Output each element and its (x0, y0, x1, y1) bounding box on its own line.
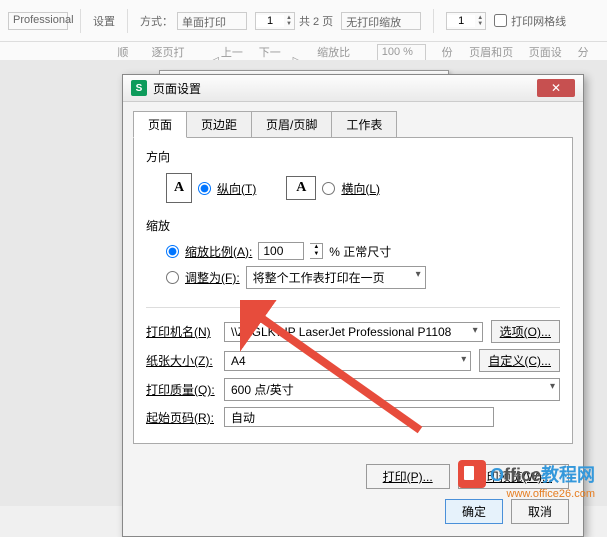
quality-label: 打印质量(Q): (146, 381, 216, 398)
tab-page[interactable]: 页面 (133, 111, 187, 138)
main-toolbar: Professional 设置 方式： 单面打印 ▲▼ 共 2 页 无打印缩放 … (0, 0, 607, 42)
printer-dropdown[interactable]: Professional (8, 12, 68, 30)
mode-label: 方式： (140, 13, 173, 29)
paper-size-label: 纸张大小(Z): (146, 352, 216, 369)
scale-ratio-input[interactable] (258, 242, 304, 260)
watermark-logo: Office教程网 (458, 460, 595, 488)
tab-margins[interactable]: 页边距 (186, 111, 252, 138)
app-icon: S (131, 80, 147, 96)
page-total: 共 2 页 (299, 13, 333, 29)
portrait-label: 纵向(T) (217, 180, 256, 197)
dialog-title-text: 页面设置 (153, 80, 201, 97)
paper-select[interactable]: A4 (224, 351, 471, 371)
start-page-input[interactable] (224, 407, 494, 427)
page-spinner[interactable]: ▲▼ (255, 12, 295, 30)
cancel-button[interactable]: 取消 (511, 499, 569, 524)
print-button[interactable]: 打印(P)... (366, 464, 450, 489)
orientation-label: 方向 (146, 148, 560, 165)
tab-sheet[interactable]: 工作表 (331, 111, 397, 138)
watermark-url: www.office26.com (507, 488, 595, 500)
scale-ratio-label: 缩放比例(A): (185, 243, 252, 260)
close-button[interactable]: ✕ (537, 79, 575, 97)
scale-ratio-radio[interactable] (166, 245, 179, 258)
landscape-label: 横向(L) (341, 180, 380, 197)
quality-select[interactable]: 600 点/英寸 (224, 378, 560, 401)
options-button[interactable]: 选项(O)... (491, 320, 560, 343)
landscape-icon: A (286, 176, 316, 200)
portrait-radio[interactable] (198, 182, 211, 195)
scale-label: 缩放 (146, 217, 560, 234)
ok-button[interactable]: 确定 (445, 499, 503, 524)
dialog-titlebar[interactable]: S 页面设置 ✕ (123, 75, 583, 102)
landscape-radio[interactable] (322, 182, 335, 195)
scale-suffix: % 正常尺寸 (329, 243, 391, 260)
copies-spinner[interactable]: ▲▼ (446, 12, 486, 30)
dialog-tabs: 页面 页边距 页眉/页脚 工作表 (123, 102, 583, 137)
office-icon (458, 460, 486, 488)
fit-label: 调整为(F): (185, 269, 240, 286)
scale-spinner[interactable]: ▲▼ (310, 243, 323, 259)
printer-name-label: 打印机名(N) (146, 323, 216, 340)
custom-button[interactable]: 自定义(C)... (479, 349, 560, 372)
tab-header-footer[interactable]: 页眉/页脚 (251, 111, 332, 138)
scale-mode-select[interactable]: 无打印缩放 (341, 12, 421, 30)
settings-button[interactable]: 设置 (93, 13, 115, 29)
tab-panel: 方向 A 纵向(T) A 横向(L) 缩放 缩放比例(A): ▲▼ % 正常尺寸… (133, 137, 573, 444)
mode-select[interactable]: 单面打印 (177, 12, 247, 30)
fit-radio[interactable] (166, 271, 179, 284)
printer-select[interactable]: \\ZLGLK\HP LaserJet Professional P1108 (224, 322, 483, 342)
start-page-label: 起始页码(R): (146, 409, 216, 426)
portrait-icon: A (166, 173, 192, 203)
fit-select[interactable]: 将整个工作表打印在一页 (246, 266, 426, 289)
gridlines-checkbox[interactable]: 打印网格线 (494, 13, 566, 29)
